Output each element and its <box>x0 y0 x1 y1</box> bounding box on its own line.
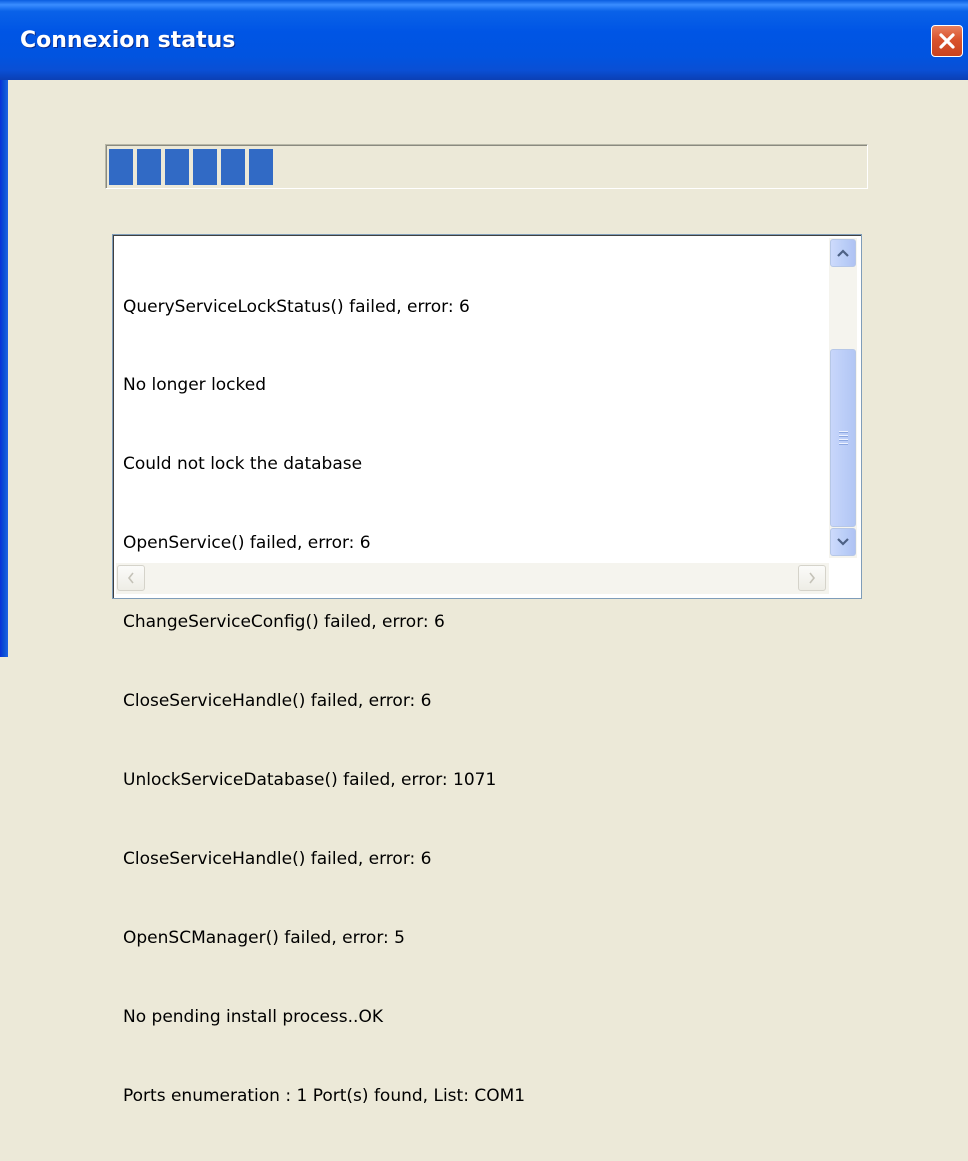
scroll-left-button[interactable] <box>117 565 145 591</box>
scroll-up-button[interactable] <box>830 239 856 267</box>
progress-block <box>221 149 245 185</box>
progress-bar <box>105 144 868 189</box>
progress-block <box>193 149 217 185</box>
title-bar[interactable]: Connexion status <box>0 0 968 80</box>
vertical-scrollbar[interactable] <box>829 238 857 558</box>
log-textbox[interactable]: QueryServiceLockStatus() failed, error: … <box>112 234 862 1106</box>
log-line: CloseServiceHandle() failed, error: 6 <box>123 691 432 712</box>
log-line: OpenSCManager() failed, error: 5 <box>123 927 405 948</box>
progress-fill <box>109 149 273 185</box>
log-line: UnlockServiceDatabase() failed, error: 1… <box>123 769 497 790</box>
chevron-left-icon <box>127 572 134 584</box>
chevron-right-icon <box>809 572 816 584</box>
progress-block <box>249 149 273 185</box>
horizontal-scrollbar[interactable] <box>116 563 829 594</box>
close-icon <box>939 33 955 49</box>
log-line: ChangeServiceConfig() failed, error: 6 <box>123 612 445 633</box>
log-line: OpenService() failed, error: 6 <box>123 533 371 554</box>
log-line: Could not lock the database <box>123 454 363 475</box>
chevron-up-icon <box>837 249 849 257</box>
log-lines: QueryServiceLockStatus() failed, error: … <box>123 241 823 1161</box>
window-frame-left <box>0 80 8 657</box>
window-title: Connexion status <box>20 28 236 53</box>
progress-block <box>165 149 189 185</box>
progress-block <box>109 149 133 185</box>
close-button[interactable] <box>931 25 963 57</box>
vertical-scroll-thumb[interactable] <box>830 349 856 527</box>
log-line: CloseServiceHandle() failed, error: 6 <box>123 848 432 869</box>
progress-block <box>137 149 161 185</box>
connexion-status-window: Connexion status QueryServiceLockStatus(… <box>0 0 968 1106</box>
scroll-down-button[interactable] <box>830 528 856 556</box>
grip-icon <box>838 431 848 445</box>
log-line: QueryServiceLockStatus() failed, error: … <box>123 296 470 317</box>
log-line: No pending install process..OK <box>123 1006 383 1027</box>
log-line: No longer locked <box>123 375 267 396</box>
chevron-down-icon <box>837 538 849 546</box>
scroll-right-button[interactable] <box>798 565 826 591</box>
log-line: Ports enumeration : 1 Port(s) found, Lis… <box>123 1085 526 1106</box>
